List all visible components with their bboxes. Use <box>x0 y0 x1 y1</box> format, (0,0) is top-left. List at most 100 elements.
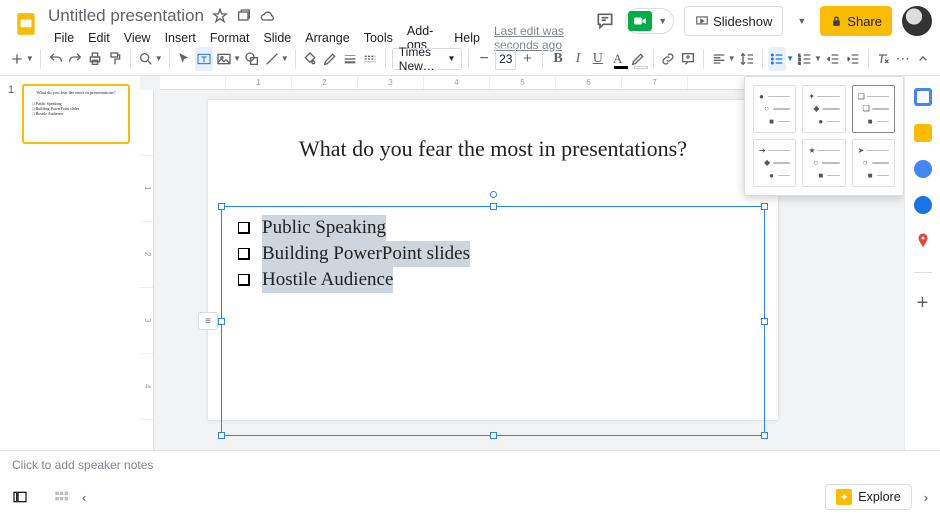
resize-handle[interactable] <box>218 318 225 325</box>
image-dropdown[interactable]: ▼ <box>233 54 241 63</box>
print-button[interactable] <box>86 47 104 71</box>
clear-format-button[interactable] <box>874 47 892 71</box>
speaker-notes[interactable]: Click to add speaker notes <box>0 450 940 478</box>
menu-slide[interactable]: Slide <box>257 29 297 47</box>
line-dropdown[interactable]: ▼ <box>281 54 289 63</box>
menu-format[interactable]: Format <box>204 29 256 47</box>
bullet-option[interactable]: ➔ ◆ ● <box>753 139 796 187</box>
doc-title[interactable]: Untitled presentation <box>48 6 204 26</box>
menu-help[interactable]: Help <box>448 29 486 47</box>
bullet-option[interactable]: ➤ ○ ■ <box>852 139 895 187</box>
more-button[interactable]: ⋯ <box>894 47 912 71</box>
align-dropdown[interactable]: ▼ <box>728 54 736 63</box>
textbox-tool[interactable] <box>195 47 213 71</box>
new-slide-button[interactable] <box>8 47 26 71</box>
slideshow-dropdown[interactable]: ▼ <box>793 16 810 26</box>
slide-title-text[interactable]: What do you fear the most in presentatio… <box>208 100 778 162</box>
border-weight-button[interactable] <box>341 47 359 71</box>
slide-thumbnail[interactable]: What do you fear the most in presentatio… <box>22 84 130 144</box>
meet-button[interactable]: ▼ <box>625 8 674 34</box>
addons-plus-icon[interactable]: + <box>914 295 932 313</box>
bullet-option[interactable]: ✦ ◆ ● <box>802 85 845 133</box>
insert-link-button[interactable] <box>659 47 677 71</box>
autofit-indicator[interactable]: ≡ <box>198 312 218 330</box>
explore-icon: ✦ <box>836 489 852 505</box>
grid-view-icon[interactable] <box>54 490 70 504</box>
rotate-handle[interactable] <box>490 191 497 198</box>
image-tool[interactable] <box>215 47 233 71</box>
bulleted-list-button[interactable] <box>768 47 786 71</box>
contacts-icon[interactable] <box>914 196 932 214</box>
increase-font-button[interactable]: + <box>518 47 536 71</box>
list-item[interactable]: Building PowerPoint slides <box>238 241 760 267</box>
svg-text:3: 3 <box>798 60 801 65</box>
menu-tools[interactable]: Tools <box>358 29 399 47</box>
border-color-button[interactable] <box>321 47 339 71</box>
text-color-button[interactable]: A <box>609 47 627 71</box>
cloud-icon[interactable] <box>260 8 276 24</box>
collapse-toolbar-button[interactable] <box>914 47 932 71</box>
border-dash-button[interactable] <box>361 47 379 71</box>
zoom-button[interactable] <box>137 47 155 71</box>
keep-icon[interactable] <box>914 124 932 142</box>
resize-handle[interactable] <box>490 432 497 439</box>
bullet-option[interactable]: ● ○ ■ <box>753 85 796 133</box>
italic-button[interactable]: I <box>569 47 587 71</box>
menu-edit[interactable]: Edit <box>82 29 116 47</box>
numbered-list-dropdown[interactable]: ▼ <box>814 54 822 63</box>
menu-view[interactable]: View <box>118 29 157 47</box>
select-tool[interactable] <box>175 47 193 71</box>
numbered-list-button[interactable]: 123 <box>796 47 814 71</box>
shape-tool[interactable] <box>243 47 261 71</box>
paint-format-button[interactable] <box>106 47 124 71</box>
filmstrip-collapse-icon[interactable]: ‹ <box>82 490 86 505</box>
highlight-color-button[interactable] <box>629 47 647 71</box>
menu-insert[interactable]: Insert <box>159 29 202 47</box>
redo-button[interactable] <box>66 47 84 71</box>
comments-icon[interactable] <box>595 11 615 31</box>
calendar-icon[interactable] <box>914 88 932 106</box>
undo-button[interactable] <box>47 47 65 71</box>
account-avatar[interactable] <box>902 6 932 36</box>
fill-color-button[interactable] <box>301 47 319 71</box>
resize-handle[interactable] <box>218 432 225 439</box>
menu-arrange[interactable]: Arrange <box>299 29 355 47</box>
share-button[interactable]: Share <box>820 6 892 36</box>
tasks-icon[interactable] <box>914 160 932 178</box>
slide-canvas[interactable]: 1234567 1234 What do you fear the most i… <box>140 76 904 450</box>
slides-logo[interactable] <box>8 6 44 42</box>
resize-handle[interactable] <box>218 203 225 210</box>
filmstrip-view-icon[interactable] <box>12 490 28 504</box>
star-icon[interactable] <box>212 8 228 24</box>
resize-handle[interactable] <box>761 203 768 210</box>
zoom-dropdown[interactable]: ▼ <box>155 54 163 63</box>
decrease-font-button[interactable]: − <box>475 47 493 71</box>
slideshow-button[interactable]: Slideshow <box>684 6 783 36</box>
bulleted-list-dropdown[interactable]: ▼ <box>786 54 794 63</box>
resize-handle[interactable] <box>761 318 768 325</box>
outdent-button[interactable] <box>824 47 842 71</box>
explore-button[interactable]: ✦ Explore <box>825 484 911 510</box>
bullet-option[interactable]: ★ ○ ■ <box>802 139 845 187</box>
bold-button[interactable]: B <box>549 47 567 71</box>
list-item[interactable]: Hostile Audience <box>238 267 760 293</box>
new-slide-dropdown[interactable]: ▼ <box>26 54 34 63</box>
move-icon[interactable] <box>236 8 252 24</box>
indent-button[interactable] <box>844 47 862 71</box>
resize-handle[interactable] <box>490 203 497 210</box>
font-size-field[interactable]: 23 <box>495 48 516 70</box>
maps-icon[interactable] <box>914 232 932 250</box>
underline-button[interactable]: U <box>589 47 607 71</box>
resize-handle[interactable] <box>761 432 768 439</box>
slide-page[interactable]: What do you fear the most in presentatio… <box>208 100 778 420</box>
body-textbox[interactable]: Public Speaking Building PowerPoint slid… <box>221 206 765 436</box>
bullet-option[interactable]: ❑ ❑ ■ <box>852 85 895 133</box>
align-button[interactable] <box>710 47 728 71</box>
line-tool[interactable] <box>263 47 281 71</box>
list-item[interactable]: Public Speaking <box>238 215 760 241</box>
menu-file[interactable]: File <box>48 29 80 47</box>
insert-comment-button[interactable] <box>679 47 697 71</box>
linespacing-button[interactable] <box>738 47 756 71</box>
sidepanel-collapse-icon[interactable]: › <box>924 490 928 505</box>
font-family-combo[interactable]: Times New…▼ <box>392 48 463 70</box>
